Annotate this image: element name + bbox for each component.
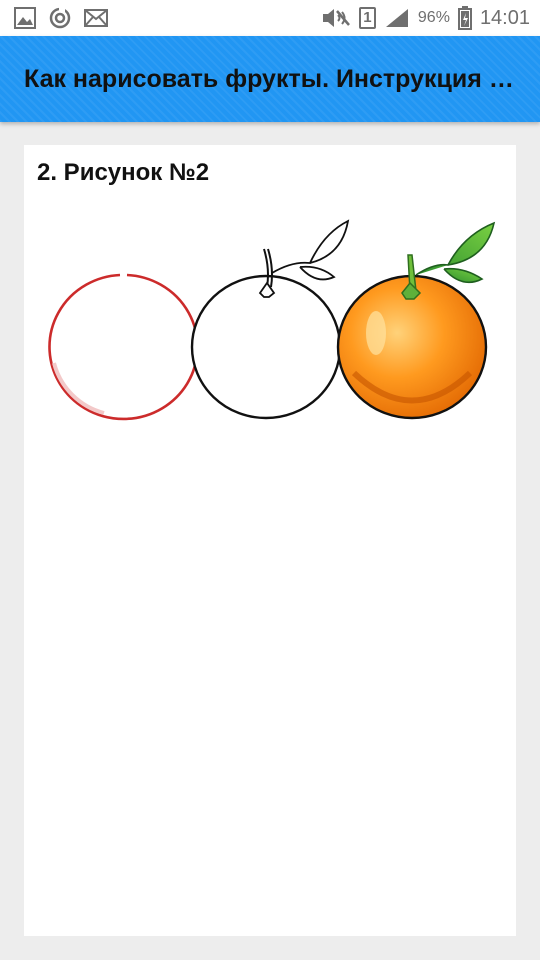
- status-right: 1 96% 14:01: [313, 6, 530, 30]
- app-bar: Как нарисовать фрукты. Инструкция по рис…: [0, 36, 540, 122]
- signal-icon: [385, 9, 408, 27]
- mail-icon: [84, 9, 108, 27]
- step2-outline-orange-icon: [190, 219, 350, 420]
- gallery-icon: [14, 7, 36, 29]
- content-card: 2. Рисунок №2: [24, 145, 516, 936]
- step-heading: 2. Рисунок №2: [37, 159, 210, 186]
- sim-icon: 1: [358, 7, 376, 29]
- battery-percent: 96%: [417, 9, 450, 26]
- battery-icon: [457, 6, 472, 30]
- step1-circle-icon: [48, 273, 199, 421]
- mute-icon: [322, 9, 350, 27]
- step3-colored-orange-icon: [336, 221, 496, 420]
- clock: 14:01: [479, 6, 530, 29]
- orange-drawing-illustration: [48, 219, 496, 421]
- status-left: [14, 6, 120, 30]
- app-title: Как нарисовать фрукты. Инструкция по рис…: [24, 64, 518, 93]
- sync-icon: [49, 6, 71, 29]
- status-bar: 1 96% 14:01: [0, 0, 540, 36]
